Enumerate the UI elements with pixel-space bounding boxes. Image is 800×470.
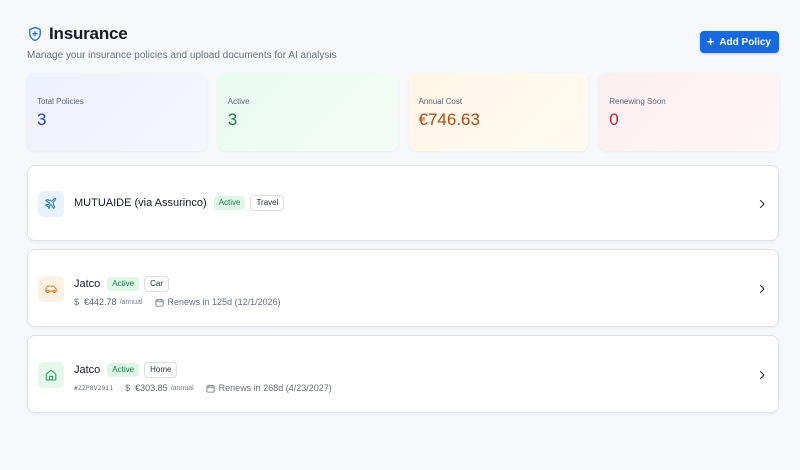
stat-card-annual-cost: Annual Cost €746.63 bbox=[408, 73, 589, 151]
policy-name: Jatco bbox=[74, 364, 101, 376]
policy-name: Jatco bbox=[74, 278, 101, 290]
policy-reference: #ZZP8V2911 bbox=[74, 384, 114, 392]
reference-info: #ZZP8V2911 bbox=[74, 384, 113, 392]
stat-label: Renewing Soon bbox=[609, 97, 666, 106]
stat-label: Active bbox=[227, 97, 250, 106]
page-subtitle: Manage your insurance policies and uploa… bbox=[27, 50, 337, 61]
shield-plus-icon bbox=[27, 26, 43, 42]
dollar-icon: $ bbox=[125, 383, 131, 393]
renewal-text: Renews in 268d (4/23/2027) bbox=[218, 383, 332, 393]
stat-value: €746.63 bbox=[418, 110, 480, 129]
stat-value: 3 bbox=[227, 110, 238, 129]
stat-value: 0 bbox=[609, 110, 619, 129]
stat-card-total-policies: Total Policies 3 bbox=[27, 73, 207, 151]
type-badge: Home bbox=[144, 362, 178, 378]
price-info: $ €442.78 /annual bbox=[74, 297, 143, 307]
policy-header: Jatco Active Home bbox=[74, 362, 344, 378]
price-info: $ €303.85 /annual bbox=[125, 383, 194, 393]
renewal-text: Renews in 125d (12/1/2026) bbox=[167, 297, 281, 307]
title-row: Insurance bbox=[27, 24, 779, 44]
stats-row: Total Policies 3 Active 3 Annual Cost €7… bbox=[27, 73, 779, 151]
renewal-info: Renews in 125d (12/1/2026) bbox=[155, 297, 281, 307]
policy-meta: #ZZP8V2911 $ €303.85 /annual Renews in 2… bbox=[74, 383, 344, 393]
stat-label: Total Policies bbox=[37, 97, 84, 106]
policy-header: MUTUAIDE (via Assurinco) Active Travel bbox=[74, 195, 285, 211]
add-policy-button[interactable]: + Add Policy bbox=[699, 31, 779, 53]
policy-body: Jatco Active Car $ €442.78 /annual Renew… bbox=[74, 276, 293, 307]
status-badge: Active bbox=[107, 363, 140, 377]
stat-value: 3 bbox=[37, 110, 47, 129]
policy-price: €442.78 bbox=[84, 297, 117, 307]
chevron-right-icon bbox=[758, 284, 766, 294]
stat-card-renewing-soon: Renewing Soon 0 bbox=[599, 73, 779, 151]
status-badge: Active bbox=[213, 196, 246, 210]
page-header: Insurance Manage your insurance policies… bbox=[27, 24, 779, 64]
car-icon bbox=[38, 276, 64, 302]
dollar-icon: $ bbox=[74, 297, 80, 307]
policy-name: MUTUAIDE (via Assurinco) bbox=[74, 197, 207, 209]
stat-card-active: Active 3 bbox=[217, 73, 398, 151]
policy-body: Jatco Active Home #ZZP8V2911 $ €303.85 /… bbox=[74, 362, 344, 393]
plane-icon bbox=[38, 191, 64, 217]
status-badge: Active bbox=[107, 277, 140, 291]
page-title: Insurance bbox=[49, 24, 128, 43]
policy-header: Jatco Active Car bbox=[74, 276, 293, 292]
policy-card-travel[interactable]: MUTUAIDE (via Assurinco) Active Travel bbox=[27, 165, 779, 241]
chevron-right-icon bbox=[758, 199, 766, 209]
chevron-right-icon bbox=[758, 370, 766, 380]
policy-body: MUTUAIDE (via Assurinco) Active Travel bbox=[74, 195, 285, 211]
policy-price: €303.85 bbox=[135, 383, 168, 393]
policy-card-home[interactable]: Jatco Active Home #ZZP8V2911 $ €303.85 /… bbox=[27, 335, 779, 413]
price-period: /annual bbox=[119, 298, 143, 306]
calendar-icon bbox=[206, 384, 215, 393]
type-badge: Car bbox=[144, 276, 169, 292]
plus-icon: + bbox=[706, 34, 715, 49]
price-period: /annual bbox=[170, 384, 194, 392]
home-icon bbox=[38, 362, 64, 388]
type-badge: Travel bbox=[250, 195, 285, 211]
policy-meta: $ €442.78 /annual Renews in 125d (12/1/2… bbox=[74, 297, 293, 307]
add-policy-label: Add Policy bbox=[719, 36, 771, 48]
policy-card-car[interactable]: Jatco Active Car $ €442.78 /annual Renew… bbox=[27, 249, 779, 327]
calendar-icon bbox=[155, 298, 164, 307]
renewal-info: Renews in 268d (4/23/2027) bbox=[206, 383, 332, 393]
stat-label: Annual Cost bbox=[418, 97, 463, 106]
